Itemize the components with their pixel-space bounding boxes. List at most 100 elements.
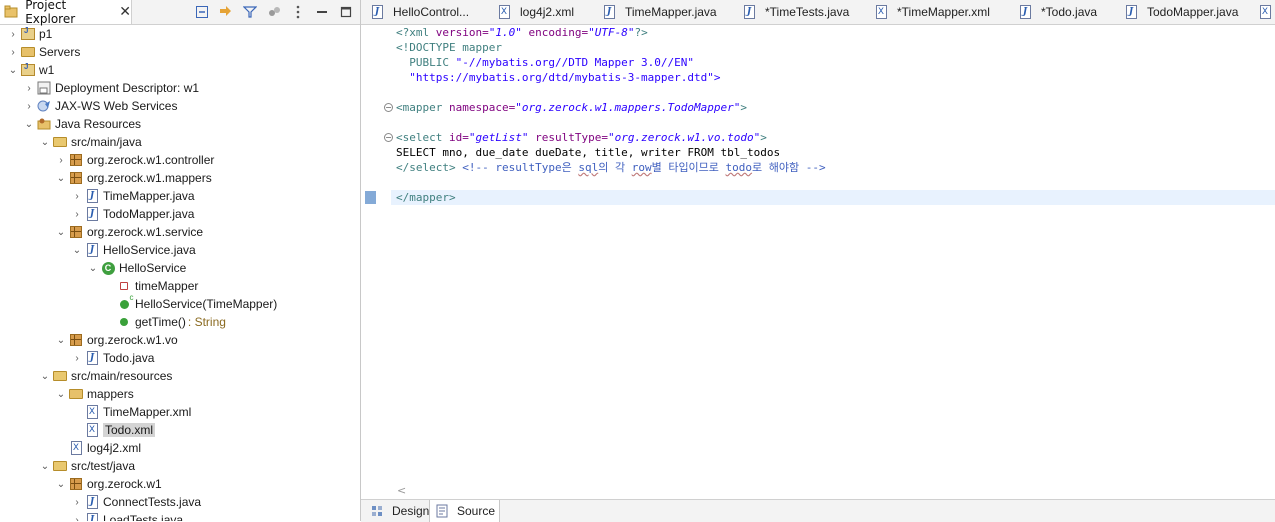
tree-item[interactable]: ⌄ src/main/java xyxy=(38,133,142,151)
collapse-all-icon[interactable] xyxy=(193,4,210,21)
tree-item-label: TimeMapper.xml xyxy=(103,405,192,419)
project-explorer-tab[interactable]: Project Explorer ✕ xyxy=(0,0,132,26)
tree-item[interactable]: ⌄ mappers xyxy=(54,385,134,403)
chevron-right-icon[interactable]: › xyxy=(70,495,84,509)
java-file-icon: J xyxy=(84,350,100,366)
tree-item[interactable]: ⌄ src/main/resources xyxy=(38,367,173,385)
fold-toggle-icon[interactable]: − xyxy=(384,103,393,112)
tree-item[interactable]: Xlog4j2.xml xyxy=(54,439,141,457)
source-folder-icon xyxy=(52,458,68,474)
xml-file-icon: X xyxy=(1257,4,1273,20)
chevron-down-icon[interactable]: ⌄ xyxy=(54,171,68,185)
tree-item-label: p1 xyxy=(39,27,53,41)
chevron-down-icon[interactable]: ⌄ xyxy=(22,117,36,131)
tab-todo-java[interactable]: J *Todo.java xyxy=(1017,0,1097,24)
focus-icon[interactable] xyxy=(265,4,282,21)
tab-time-tests-java[interactable]: J *TimeTests.java xyxy=(741,0,849,24)
project-explorer-panel: Project Explorer ✕ › J p1 › Servers ⌄ J … xyxy=(0,0,361,521)
tree-item[interactable]: getTime() : String xyxy=(102,313,226,331)
minimize-icon[interactable] xyxy=(313,4,330,21)
tree-item[interactable]: ⌄ org.zerock.w1 xyxy=(54,475,162,493)
tab-hello-controller[interactable]: J HelloControl... xyxy=(369,0,469,24)
project-icon xyxy=(20,62,36,78)
chevron-down-icon[interactable]: ⌄ xyxy=(54,225,68,239)
tab-todo-mapper-java[interactable]: J TodoMapper.java xyxy=(1123,0,1238,24)
tree-item[interactable]: › J TodoMapper.java xyxy=(70,205,194,223)
tree-item[interactable]: ⌄ org.zerock.w1.service xyxy=(54,223,203,241)
tree-item[interactable]: › Servers xyxy=(6,43,80,61)
chevron-down-icon[interactable]: ⌄ xyxy=(54,333,68,347)
tree-item[interactable]: ⌄ C HelloService xyxy=(86,259,187,277)
chevron-down-icon[interactable]: ⌄ xyxy=(6,63,20,77)
chevron-right-icon[interactable]: › xyxy=(54,153,68,167)
tree-item[interactable]: ⌄ w1 xyxy=(6,61,55,79)
tab-todo-xml-active[interactable]: X xyxy=(1257,0,1275,24)
maximize-icon[interactable] xyxy=(337,4,354,21)
tree-item[interactable]: timeMapper xyxy=(102,277,198,295)
chevron-down-icon[interactable]: ⌄ xyxy=(54,477,68,491)
chevron-down-icon[interactable]: ⌄ xyxy=(38,459,52,473)
fold-toggle-icon[interactable]: − xyxy=(384,133,393,142)
tree-item[interactable]: › p1 xyxy=(6,25,52,43)
tree-item[interactable]: ⌄ J HelloService.java xyxy=(70,241,196,259)
tree-item-label: TimeMapper.java xyxy=(103,189,195,203)
tab-design[interactable]: Design xyxy=(365,500,433,522)
chevron-right-icon[interactable]: › xyxy=(70,207,84,221)
chevron-down-icon[interactable]: ⌄ xyxy=(70,243,84,257)
tree-item-label: org.zerock.w1.vo xyxy=(87,333,178,347)
tree-item[interactable]: HelloService(TimeMapper) xyxy=(102,293,277,313)
package-icon xyxy=(68,476,84,492)
chevron-right-icon[interactable]: › xyxy=(6,27,20,41)
project-explorer-icon xyxy=(4,4,18,20)
tab-time-mapper-java[interactable]: J TimeMapper.java xyxy=(601,0,717,24)
close-icon[interactable]: ✕ xyxy=(119,5,131,19)
tree-item-label: w1 xyxy=(39,63,55,77)
link-with-editor-icon[interactable] xyxy=(217,4,234,21)
package-icon xyxy=(68,152,84,168)
java-file-icon: J xyxy=(369,4,385,20)
tree-item[interactable]: X Todo.xml xyxy=(70,421,156,439)
java-file-icon: J xyxy=(601,4,617,20)
chevron-right-icon[interactable]: › xyxy=(70,513,84,522)
tree-item[interactable]: ⌄ org.zerock.w1.mappers xyxy=(54,169,212,187)
tab-log4j2-xml[interactable]: X log4j2.xml xyxy=(496,0,574,24)
folder-icon xyxy=(68,386,84,402)
tree-item-label: org.zerock.w1 xyxy=(87,477,162,491)
tree-item[interactable]: › org.zerock.w1.controller xyxy=(54,151,214,169)
chevron-right-icon[interactable]: › xyxy=(22,81,36,95)
chevron-right-icon[interactable]: › xyxy=(6,45,20,59)
tree-item-label: log4j2.xml xyxy=(87,441,142,455)
tab-time-mapper-xml[interactable]: X *TimeMapper.xml xyxy=(873,0,990,24)
tree-item[interactable]: X TimeMapper.xml xyxy=(70,403,191,421)
filter-icon[interactable] xyxy=(241,4,258,21)
horizontal-scrollbar[interactable]: < xyxy=(361,482,1275,498)
chevron-down-icon[interactable]: ⌄ xyxy=(54,387,68,401)
tree-item[interactable]: › JAX-WS Web Services xyxy=(22,97,177,115)
code-line-12: </mapper> xyxy=(396,191,456,204)
tree-item[interactable]: › J LoadTests.java xyxy=(70,511,183,521)
chevron-right-icon[interactable]: › xyxy=(70,351,84,365)
chevron-down-icon[interactable]: ⌄ xyxy=(38,135,52,149)
view-menu-icon[interactable] xyxy=(289,4,306,21)
tree-item[interactable]: ⌄ org.zerock.w1.vo xyxy=(54,331,178,349)
scroll-left-icon[interactable]: < xyxy=(397,484,406,497)
tab-source[interactable]: Source xyxy=(429,500,501,522)
xml-file-icon: X xyxy=(68,440,84,456)
tree-item[interactable]: ⌄ Java Resources xyxy=(22,115,141,133)
tree-item[interactable]: ⌄ src/test/java xyxy=(38,457,135,475)
tree-item[interactable]: › J Todo.java xyxy=(70,349,154,367)
tab-label: TodoMapper.java xyxy=(1147,5,1239,19)
xml-source-editor[interactable]: − − <?xml version="1.0" encoding="UTF-8"… xyxy=(361,25,1275,497)
chevron-down-icon[interactable]: ⌄ xyxy=(38,369,52,383)
chevron-right-icon[interactable]: › xyxy=(70,189,84,203)
chevron-down-icon[interactable]: ⌄ xyxy=(86,261,100,275)
chevron-right-icon[interactable]: › xyxy=(22,99,36,113)
tree-item[interactable]: › J TimeMapper.java xyxy=(70,187,195,205)
constructor-icon xyxy=(116,293,134,312)
tree-item[interactable]: › J ConnectTests.java xyxy=(70,493,201,511)
tree-item[interactable]: › Deployment Descriptor: w1 xyxy=(22,79,199,97)
